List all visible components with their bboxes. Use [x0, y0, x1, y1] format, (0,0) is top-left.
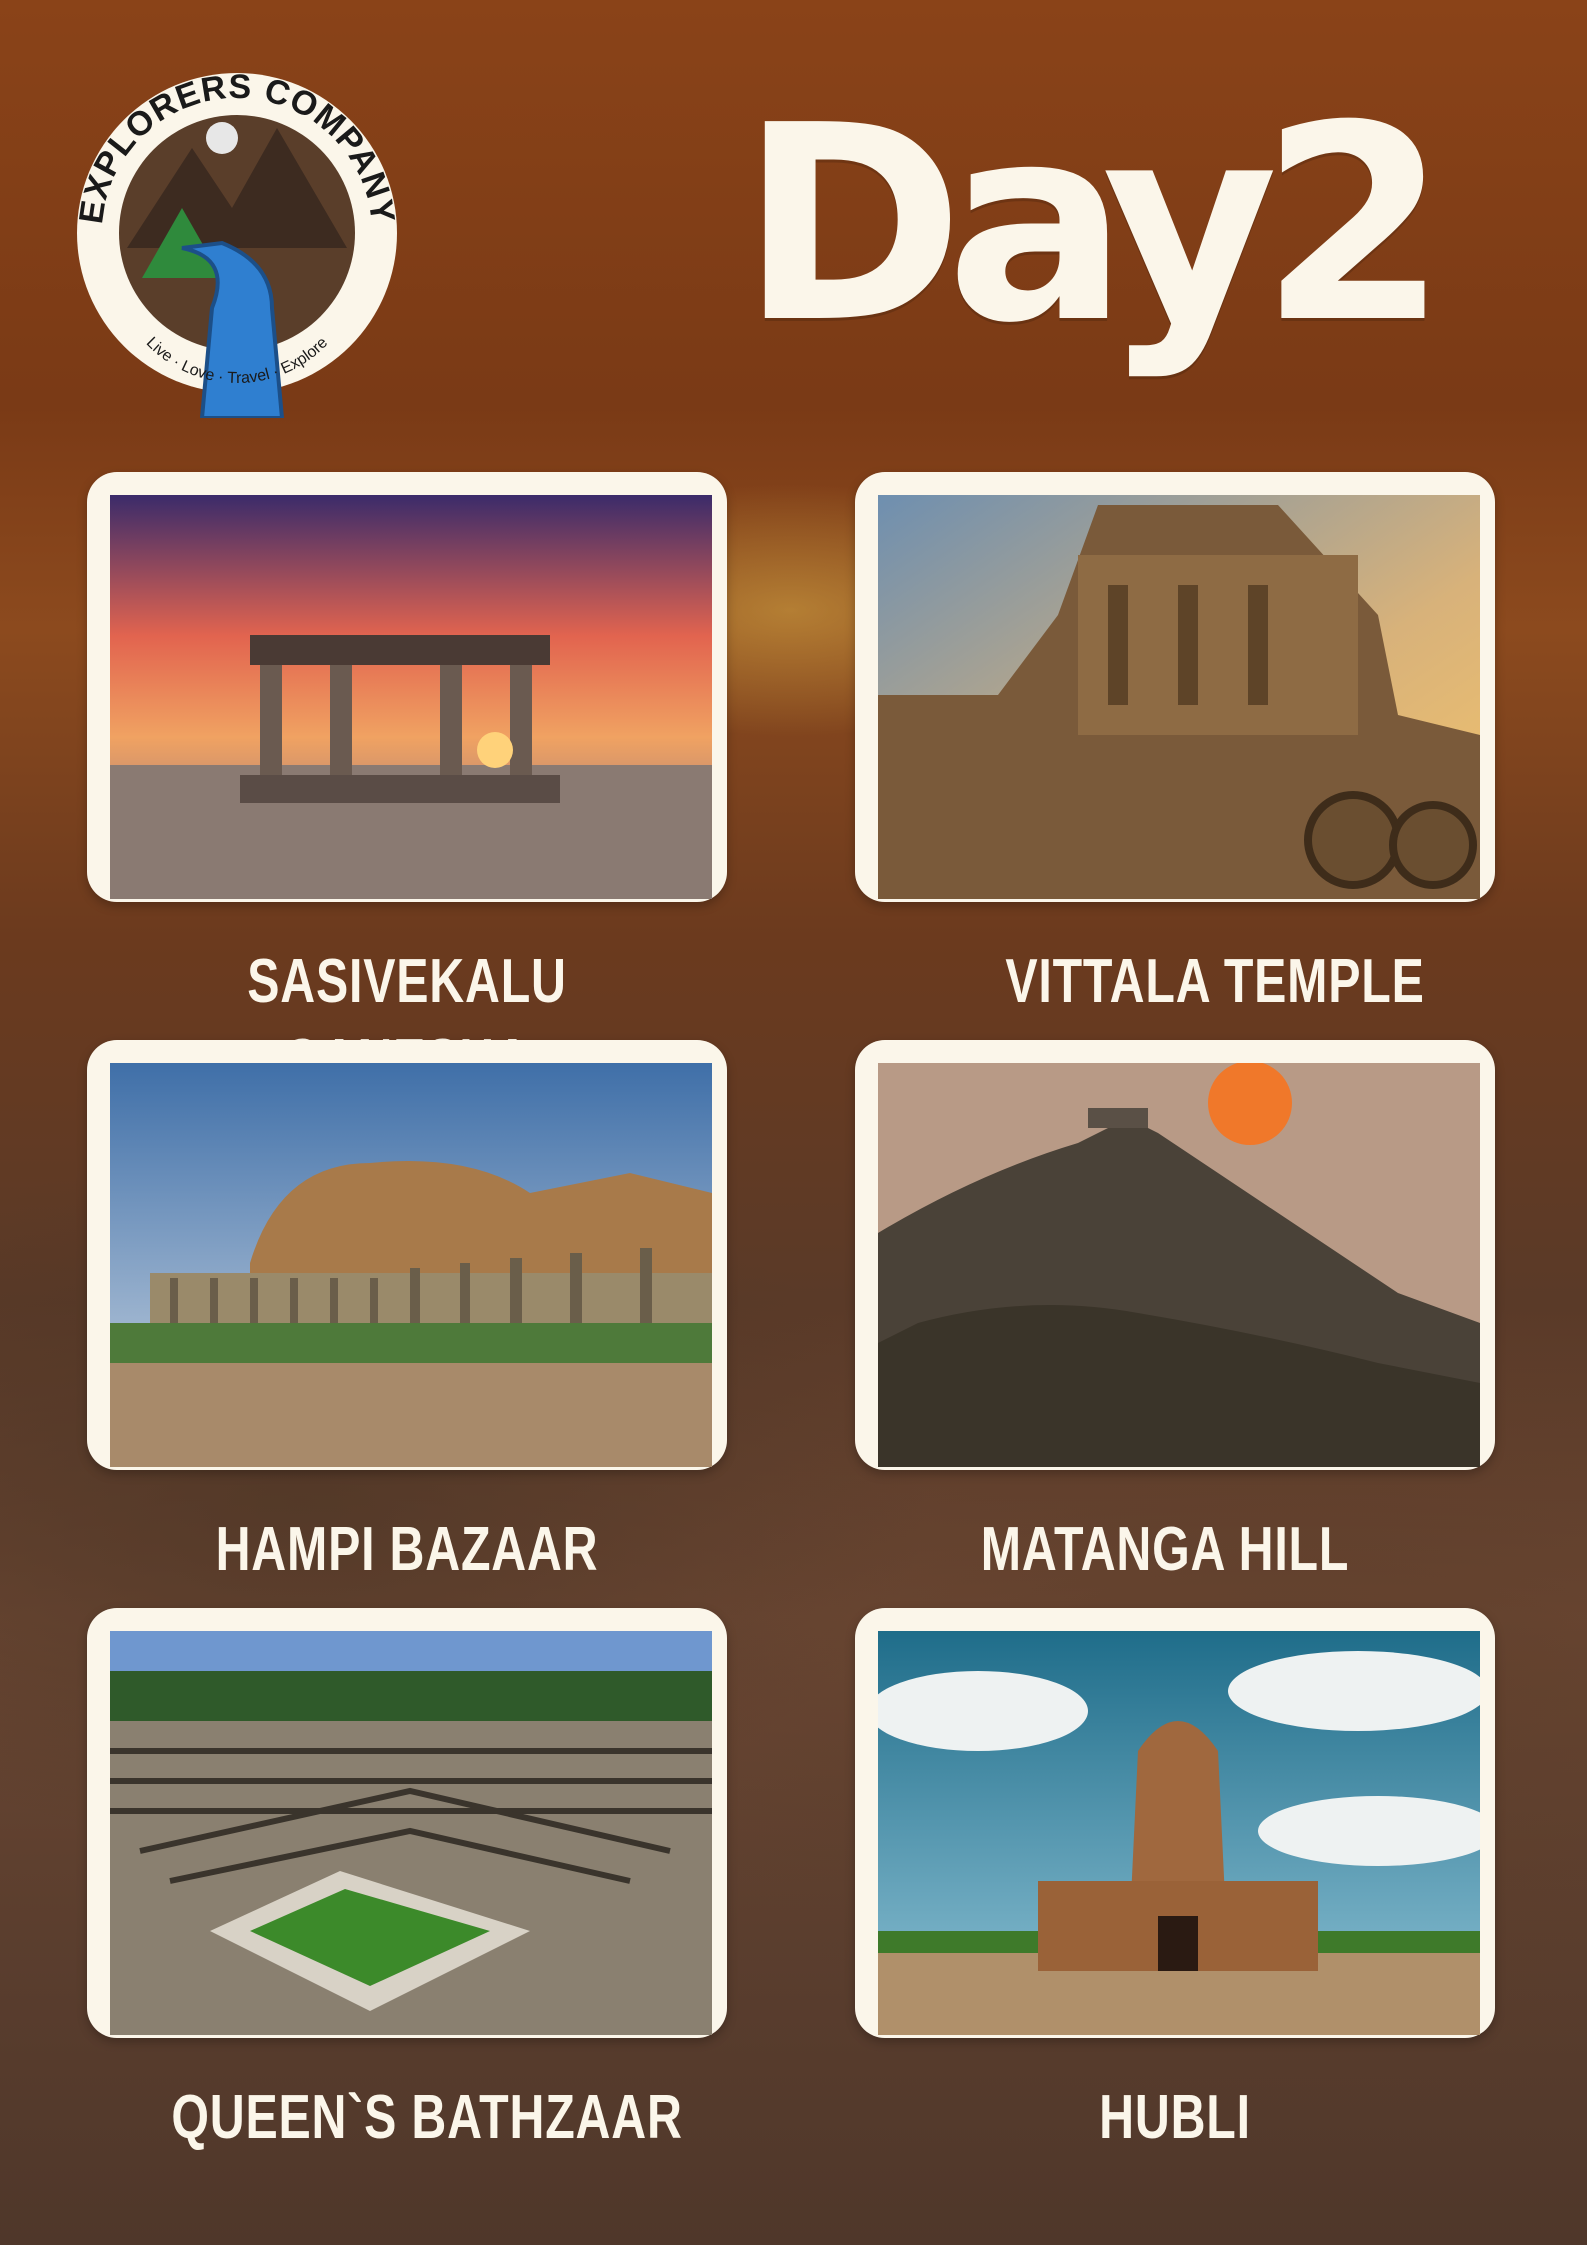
place-name: QUEEN`S BATHZAAR — [171, 2083, 683, 2152]
poster: { "logo": { "text": "EXPLORERS COMPANY",… — [0, 0, 1587, 2245]
place-photo-hubli — [878, 1631, 1480, 2035]
place-name: VITTALA TEMPLE — [1005, 947, 1425, 1016]
place-card-vittala-temple — [855, 472, 1495, 902]
explorers-company-logo: EXPLORERS COMPANY Live · Love · Travel ·… — [72, 68, 401, 418]
place-photo-queens-bath — [110, 1631, 712, 2035]
place-name: MATANGA HILL — [980, 1515, 1350, 1584]
place-card-hubli — [855, 1608, 1495, 2038]
place-name: HUBLI — [1099, 2083, 1251, 2152]
place-name: HAMPI BAZAAR — [215, 1515, 599, 1584]
place-photo-matanga-hill — [878, 1063, 1480, 1467]
place-card-hampi-bazaar — [87, 1040, 727, 1470]
place-photo-vittala-temple — [878, 495, 1480, 899]
place-card-sasivekalu-ganesha — [87, 472, 727, 902]
place-photo-hampi-bazaar — [110, 1063, 712, 1467]
place-card-queens-bath — [87, 1608, 727, 2038]
place-card-matanga-hill — [855, 1040, 1495, 1470]
place-photo-sasivekalu-ganesha — [110, 495, 712, 899]
day-title: Day2 — [740, 67, 1448, 382]
